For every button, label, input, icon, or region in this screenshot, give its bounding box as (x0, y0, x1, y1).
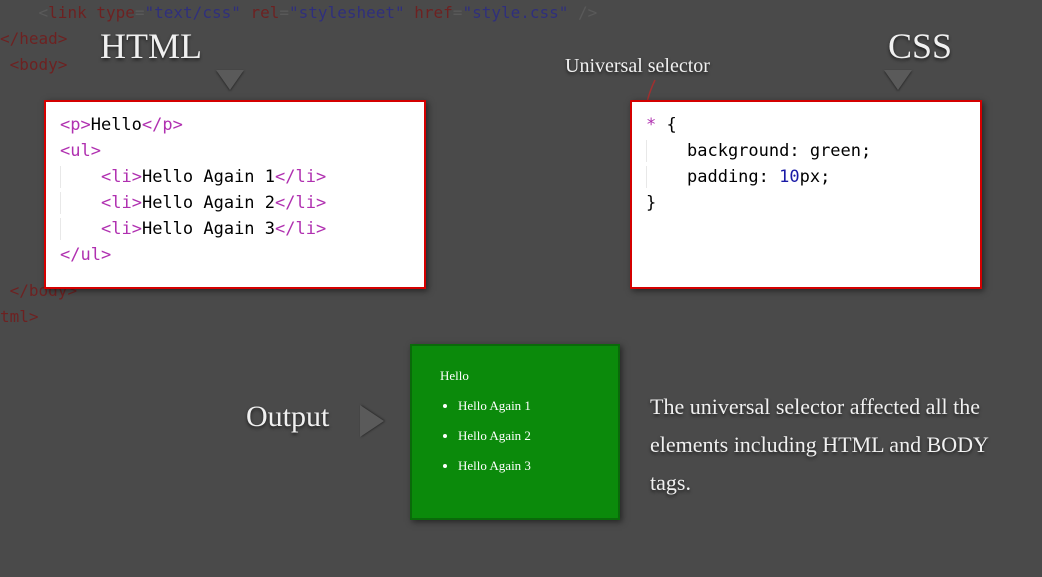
output-render-box: Hello Hello Again 1 Hello Again 2 Hello … (410, 344, 620, 520)
output-paragraph: Hello (440, 368, 600, 384)
explanation-text: The universal selector affected all the … (650, 388, 1010, 502)
list-item: Hello Again 3 (458, 458, 600, 474)
output-list: Hello Again 1 Hello Again 2 Hello Again … (430, 398, 600, 474)
list-item: Hello Again 1 (458, 398, 600, 414)
chevron-down-icon (216, 70, 244, 90)
css-code-box: * { background: green; padding: 10px; } (630, 100, 982, 289)
chevron-right-icon (360, 405, 384, 437)
universal-selector-label: Universal selector (565, 55, 710, 78)
list-item: Hello Again 2 (458, 428, 600, 444)
output-heading: Output (246, 400, 329, 434)
chevron-down-icon (884, 70, 912, 90)
html-heading: HTML (100, 25, 202, 67)
html-code-box: <p>Hello</p> <ul> <li>Hello Again 1</li>… (44, 100, 426, 289)
css-heading: CSS (888, 25, 952, 67)
